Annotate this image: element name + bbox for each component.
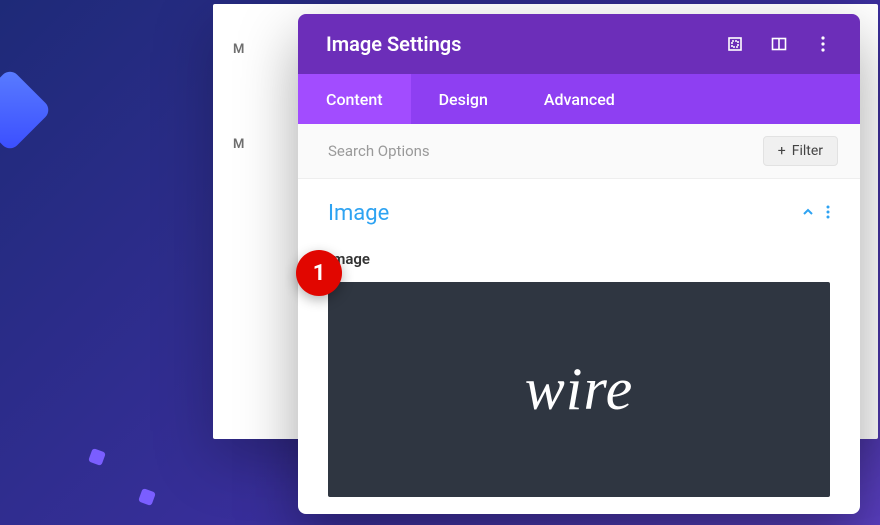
panel-icon[interactable]: [770, 35, 788, 53]
filter-button[interactable]: + Filter: [763, 136, 838, 166]
tab-content[interactable]: Content: [298, 74, 411, 124]
modal-tabs: Content Design Advanced: [298, 74, 860, 124]
search-input[interactable]: [328, 142, 763, 160]
image-preview[interactable]: wire: [328, 282, 830, 497]
modal-header: Image Settings: [298, 14, 860, 74]
image-field-label: Image: [328, 250, 830, 268]
image-section: Image Image wire: [298, 179, 860, 507]
more-icon[interactable]: [814, 35, 832, 53]
chevron-up-icon[interactable]: [802, 206, 814, 222]
modal-title: Image Settings: [326, 32, 461, 56]
filter-label: Filter: [792, 143, 823, 159]
tab-advanced[interactable]: Advanced: [516, 74, 643, 124]
page-text-left: M: [233, 42, 245, 57]
expand-icon[interactable]: [726, 35, 744, 53]
tab-design[interactable]: Design: [411, 74, 516, 124]
search-row: + Filter: [298, 124, 860, 179]
annotation-badge: 1: [296, 250, 342, 296]
plus-icon: +: [778, 143, 786, 159]
preview-logo-text: wire: [525, 355, 633, 424]
section-more-icon[interactable]: [826, 204, 830, 223]
section-title[interactable]: Image: [328, 201, 389, 226]
image-settings-modal: Image Settings Content Design Advanced +…: [298, 14, 860, 514]
page-text-left: M: [233, 137, 245, 152]
